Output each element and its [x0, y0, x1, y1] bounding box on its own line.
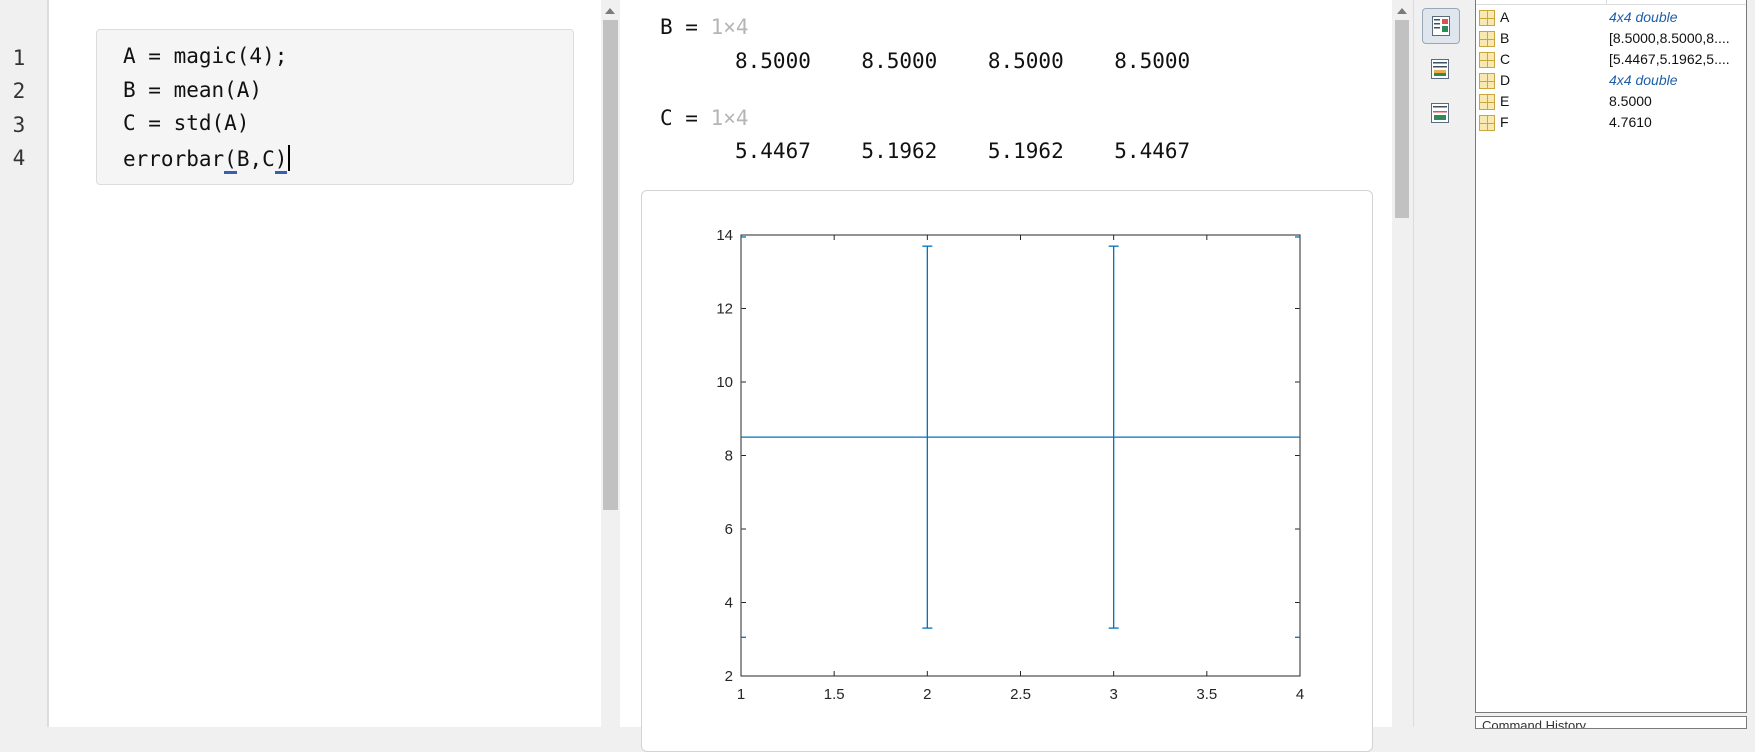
variable-row[interactable]: A 4x4 double	[1476, 8, 1746, 29]
code-line-1[interactable]: A = magic(4);	[123, 44, 287, 68]
matrix-variable-icon	[1479, 115, 1495, 131]
variable-row[interactable]: D 4x4 double	[1476, 71, 1746, 92]
variable-value: 4x4 double	[1609, 72, 1678, 88]
code-args: B,C	[236, 147, 275, 171]
editor-scroll-thumb[interactable]	[603, 20, 618, 510]
y-tick-label: 6	[725, 521, 733, 538]
variable-value: [5.4467,5.1962,5....	[1609, 51, 1730, 67]
x-tick-label: 4	[1296, 686, 1304, 703]
line-number: 1	[12, 46, 26, 70]
output-b-values: 8.5000 8.5000 8.5000 8.5000	[735, 49, 1191, 73]
output-inline-button[interactable]	[1422, 8, 1460, 44]
output-b-dim: 1×4	[710, 15, 749, 39]
hide-code-button[interactable]	[1422, 96, 1458, 130]
output-c-values: 5.4467 5.1962 5.1962 5.4467	[735, 139, 1191, 163]
scroll-up-arrow-icon[interactable]	[1397, 8, 1407, 14]
x-tick-label: 2.5	[1010, 686, 1031, 703]
variable-name: A	[1500, 9, 1510, 25]
variable-value: 4.7610	[1609, 114, 1652, 130]
line-number: 2	[12, 79, 26, 103]
output-right-icon	[1431, 59, 1449, 79]
axes-box	[740, 234, 1301, 677]
workspace-panel: A 4x4 double B [8.5000,8.5000,8.... C [5.44…	[1465, 0, 1755, 729]
scroll-up-arrow-icon[interactable]	[605, 8, 615, 14]
y-tick-label: 14	[716, 227, 733, 244]
workspace-header	[1476, 0, 1746, 5]
x-tick-label: 2	[923, 686, 931, 703]
variable-name: F	[1500, 114, 1509, 130]
variable-row[interactable]: B [8.5000,8.5000,8....	[1476, 29, 1746, 50]
text-caret	[288, 145, 291, 171]
workspace-variable-list[interactable]: A 4x4 double B [8.5000,8.5000,8.... C [5.44…	[1475, 0, 1747, 713]
line-number: 3	[12, 113, 26, 137]
paren-match-open: (	[224, 147, 237, 174]
paren-match-close: )	[274, 147, 288, 174]
x-tick-label: 3.5	[1196, 686, 1217, 703]
variable-row[interactable]: F 4.7610	[1476, 113, 1746, 134]
output-scroll-thumb[interactable]	[1395, 20, 1409, 218]
matrix-variable-icon	[1479, 31, 1495, 47]
variable-row[interactable]: C [5.4467,5.1962,5....	[1476, 50, 1746, 71]
output-b-header: B = 1×4	[660, 15, 749, 39]
x-tick-label: 1	[737, 686, 745, 703]
output-right-button[interactable]	[1422, 52, 1458, 86]
output-c-label: C =	[660, 106, 711, 130]
variable-name: B	[1500, 30, 1510, 46]
live-editor[interactable]: A = magic(4); B = mean(A) C = std(A) err…	[49, 0, 601, 727]
line-number: 4	[12, 146, 26, 170]
variable-name: D	[1500, 72, 1511, 88]
output-scrollbar[interactable]	[1392, 0, 1412, 727]
output-c-dim: 1×4	[710, 106, 749, 130]
code-line-3[interactable]: C = std(A)	[123, 111, 249, 135]
output-b-label: B =	[660, 15, 711, 39]
output-layout-toolbar	[1413, 0, 1466, 727]
y-tick-label: 2	[725, 668, 733, 685]
hide-code-icon	[1431, 103, 1449, 123]
matrix-variable-icon	[1479, 10, 1495, 26]
x-tick-label: 3	[1109, 686, 1117, 703]
variable-name: E	[1500, 93, 1510, 109]
command-history-label: Command History	[1482, 718, 1587, 729]
variable-name: C	[1500, 51, 1511, 67]
editor-scrollbar[interactable]	[601, 0, 620, 727]
y-tick-label: 4	[725, 595, 733, 612]
code-function-name: errorbar	[123, 147, 225, 171]
column-divider[interactable]	[1606, 0, 1607, 4]
y-tick-label: 8	[725, 448, 733, 465]
output-c-header: C = 1×4	[660, 106, 749, 130]
y-tick-label: 10	[716, 374, 733, 391]
matrix-variable-icon	[1479, 52, 1495, 68]
output-inline-icon	[1432, 16, 1450, 36]
matrix-variable-icon	[1479, 73, 1495, 89]
errorbar-chart: 1 1.5 2 2.5 3 3.5 4 2 4 6 8 10 12 14	[716, 227, 1304, 703]
y-tick-label: 12	[716, 301, 733, 318]
variable-value: 8.5000	[1609, 93, 1652, 109]
code-line-4[interactable]: errorbar(B,C)	[123, 145, 291, 174]
matrix-variable-icon	[1479, 94, 1495, 110]
x-tick-label: 1.5	[824, 686, 845, 703]
line-number-gutter: 1 2 3 4	[0, 0, 48, 727]
code-line-2[interactable]: B = mean(A)	[123, 78, 262, 102]
variable-value: [8.5000,8.5000,8....	[1609, 30, 1730, 46]
figure-output[interactable]: 1 1.5 2 2.5 3 3.5 4 2 4 6 8 10 12 14	[641, 190, 1373, 752]
variable-value: 4x4 double	[1609, 9, 1678, 25]
command-history-panel[interactable]: Command History	[1475, 716, 1747, 729]
variable-row[interactable]: E 8.5000	[1476, 92, 1746, 113]
